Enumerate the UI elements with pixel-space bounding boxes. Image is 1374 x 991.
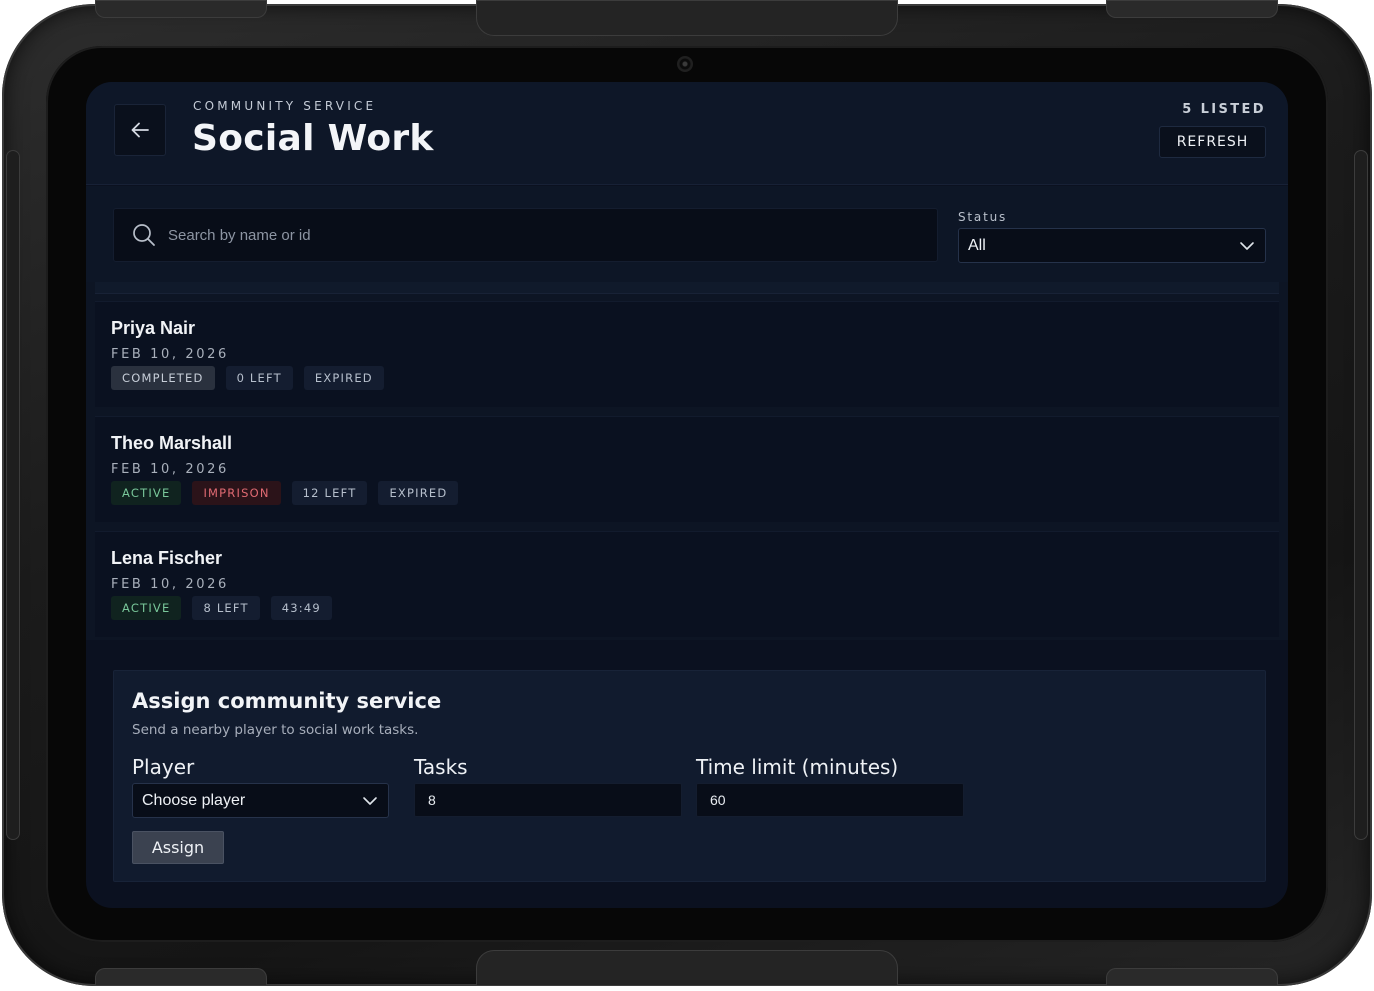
- list-item[interactable]: Theo Marshall FEB 10, 2026 ACTIVE IMPRIS…: [95, 416, 1279, 522]
- assign-subtitle: Send a nearby player to social work task…: [132, 722, 419, 738]
- assign-panel: Assign community service Send a nearby p…: [113, 670, 1266, 882]
- player-select-value: Choose player: [142, 791, 246, 809]
- status-badge: ACTIVE: [111, 596, 182, 620]
- tasks-input[interactable]: [414, 783, 682, 817]
- record-tags: COMPLETED 0 LEFT EXPIRED: [111, 366, 384, 390]
- list-scroll-edge: [95, 282, 1279, 294]
- chevron-down-icon: [1240, 242, 1254, 250]
- bumper-top-right: [1106, 0, 1278, 18]
- list-item[interactable]: Lena Fischer FEB 10, 2026 ACTIVE 8 LEFT …: [95, 531, 1279, 637]
- status-filter-select[interactable]: All: [958, 228, 1266, 263]
- search-icon: [133, 224, 155, 246]
- page-kicker: COMMUNITY SERVICE: [193, 99, 377, 113]
- app-screen: COMMUNITY SERVICE Social Work 5 LISTED R…: [86, 82, 1288, 908]
- status-filter-label: Status: [958, 210, 1008, 224]
- refresh-button[interactable]: REFRESH: [1159, 126, 1266, 158]
- back-button[interactable]: [114, 104, 166, 156]
- status-badge: EXPIRED: [378, 481, 459, 505]
- service-list: Priya Nair FEB 10, 2026 COMPLETED 0 LEFT…: [86, 282, 1288, 640]
- search-input[interactable]: [168, 209, 937, 261]
- record-tags: ACTIVE 8 LEFT 43:49: [111, 596, 332, 620]
- search-box: [113, 208, 938, 262]
- arrow-left-icon: [131, 122, 149, 138]
- status-badge: ACTIVE: [111, 481, 182, 505]
- tasks-left-badge: 8 LEFT: [192, 596, 260, 620]
- record-date: FEB 10, 2026: [111, 462, 229, 477]
- side-grip-right: [1354, 150, 1368, 840]
- bumper-bottom: [476, 950, 898, 986]
- record-date: FEB 10, 2026: [111, 347, 229, 362]
- assign-button[interactable]: Assign: [132, 831, 224, 864]
- bumper-top-left: [95, 0, 267, 18]
- penalty-badge: IMPRISON: [192, 481, 281, 505]
- page-title: Social Work: [192, 118, 434, 159]
- assign-title: Assign community service: [132, 689, 442, 713]
- player-select[interactable]: Choose player: [132, 783, 389, 818]
- side-grip-left: [6, 150, 20, 840]
- record-date: FEB 10, 2026: [111, 577, 229, 592]
- player-label: Player: [132, 755, 195, 779]
- record-name: Priya Nair: [111, 318, 196, 338]
- listed-count: 5 LISTED: [1182, 102, 1266, 117]
- filter-bar: Status All: [86, 186, 1288, 282]
- status-badge: EXPIRED: [303, 366, 384, 390]
- bumper-bottom-right: [1106, 968, 1278, 986]
- time-limit-label: Time limit (minutes): [696, 755, 899, 779]
- chevron-down-icon: [363, 797, 377, 805]
- bumper-top: [476, 0, 898, 36]
- camera-icon: [677, 56, 693, 72]
- bumper-bottom-left: [95, 968, 267, 986]
- tasks-left-badge: 12 LEFT: [291, 481, 368, 505]
- record-tags: ACTIVE IMPRISON 12 LEFT EXPIRED: [111, 481, 459, 505]
- tasks-left-badge: 0 LEFT: [225, 366, 293, 390]
- time-limit-input[interactable]: [696, 783, 964, 817]
- tasks-label: Tasks: [414, 755, 468, 779]
- record-name: Theo Marshall: [111, 433, 233, 453]
- page-header: COMMUNITY SERVICE Social Work 5 LISTED R…: [86, 82, 1288, 185]
- list-item[interactable]: Priya Nair FEB 10, 2026 COMPLETED 0 LEFT…: [95, 301, 1279, 407]
- status-filter-value: All: [968, 236, 986, 254]
- timer-badge: 43:49: [270, 596, 332, 620]
- record-name: Lena Fischer: [111, 548, 223, 568]
- status-badge: COMPLETED: [111, 366, 215, 390]
